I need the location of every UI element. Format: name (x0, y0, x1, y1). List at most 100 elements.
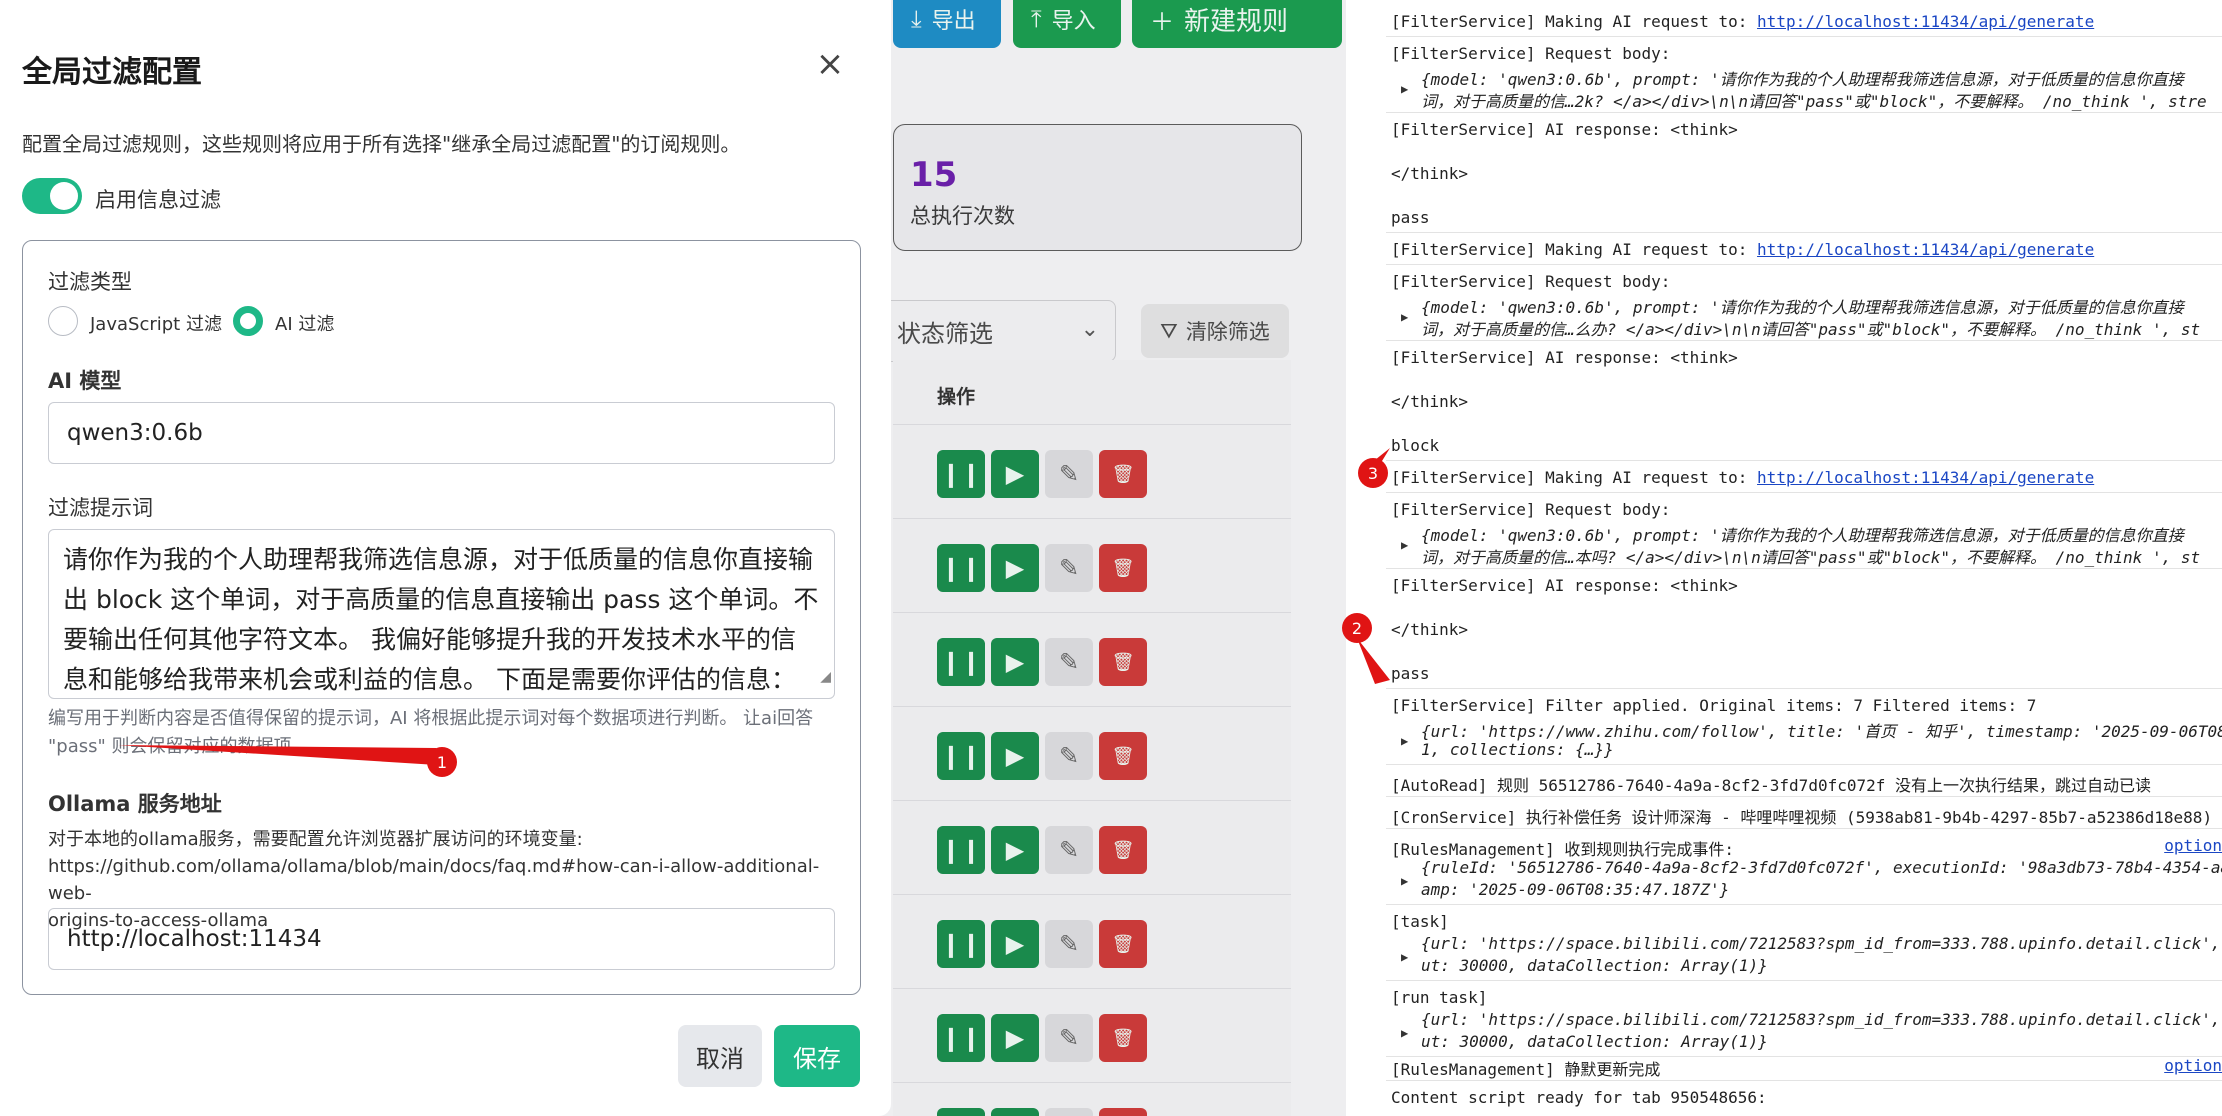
pause-button[interactable]: ❙❙ (937, 826, 985, 874)
pause-icon: ❙❙ (940, 460, 982, 488)
expand-triangle-icon[interactable]: ▶ (1401, 310, 1408, 324)
clear-filter-label: 清除筛选 (1185, 320, 1270, 344)
edit-button[interactable]: ✎ (1045, 826, 1093, 874)
play-button[interactable]: ▶ (991, 1014, 1039, 1062)
prompt-textarea[interactable]: 请你作为我的个人助理帮我筛选信息源，对于低质量的信息你直接输出 block 这个… (48, 529, 835, 699)
pause-icon: ❙❙ (940, 554, 982, 582)
pause-button[interactable]: ❙❙ (937, 920, 985, 968)
edit-button[interactable]: ✎ (1045, 544, 1093, 592)
edit-button[interactable]: ✎ (1045, 1014, 1093, 1062)
enable-filter-toggle[interactable] (22, 178, 82, 214)
ollama-url-value: http://localhost:11434 (67, 926, 322, 952)
plus-icon: ＋ (1150, 7, 1174, 36)
ollama-hint-link: https://github.com/ollama/ollama/blob/ma… (48, 856, 820, 904)
status-filter-select[interactable]: 状态筛选 ⌄ (880, 300, 1116, 362)
upload-icon: ⤒ (1031, 5, 1042, 33)
expand-triangle-icon[interactable]: ▶ (1401, 950, 1408, 964)
trash-button[interactable]: 🗑 (1099, 450, 1147, 498)
edit-button[interactable]: ✎ (1045, 638, 1093, 686)
play-icon: ▶ (1005, 554, 1025, 582)
play-button[interactable]: ▶ (991, 920, 1039, 968)
clear-filter-button[interactable]: ⛛ 清除筛选 (1141, 304, 1289, 358)
prompt-label: 过滤提示词 (48, 496, 153, 520)
play-button[interactable]: ▶ (991, 638, 1039, 686)
edit-icon: ✎ (1058, 930, 1080, 958)
log-filter-obj-b: 1, collections: {…}} (1421, 740, 1614, 759)
filter-type-label: 过滤类型 (48, 270, 132, 294)
export-button[interactable]: ⤓ 导出 (893, 0, 1001, 48)
log-filter-obj-a: {url: 'https://www.zhihu.com/follow', ti… (1421, 722, 2222, 741)
trash-button[interactable]: 🗑 (1099, 1108, 1147, 1116)
option-link[interactable]: option (2164, 1056, 2222, 1075)
expand-triangle-icon[interactable]: ▶ (1401, 1026, 1408, 1040)
expand-triangle-icon[interactable]: ▶ (1401, 538, 1408, 552)
global-filter-modal: 全局过滤配置 × 配置全局过滤规则，这些规则将应用于所有选择"继承全局过滤配置"… (0, 0, 891, 1116)
log-body-obj-2a: {model: 'qwen3:0.6b', prompt: '请你作为我的个人助… (1421, 298, 2184, 317)
trash-button[interactable]: 🗑 (1099, 638, 1147, 686)
play-button[interactable]: ▶ (991, 826, 1039, 874)
radio-javascript-filter[interactable] (48, 306, 78, 336)
play-icon: ▶ (1005, 1024, 1025, 1052)
close-icon[interactable]: × (812, 46, 848, 82)
play-button[interactable]: ▶ (991, 732, 1039, 780)
trash-button[interactable]: 🗑 (1099, 1014, 1147, 1062)
edit-icon: ✎ (1058, 836, 1080, 864)
log-response-1: [FilterService] AI response: <think> (1391, 120, 1738, 139)
ai-model-input[interactable]: qwen3:0.6b (48, 402, 835, 464)
edit-button[interactable]: ✎ (1045, 450, 1093, 498)
pause-button[interactable]: ❙❙ (937, 732, 985, 780)
resize-handle-icon[interactable]: ◢ (820, 657, 831, 697)
log-task-obj-a: {url: 'https://space.bilibili.com/721258… (1421, 934, 2222, 953)
trash-icon: 🗑 (1111, 839, 1135, 861)
annotation-badge-1: 1 (427, 747, 457, 777)
log-url-link[interactable]: http://localhost:11434/api/generate (1757, 468, 2094, 487)
play-icon: ▶ (1005, 460, 1025, 488)
table-row-divider (893, 800, 1291, 801)
expand-triangle-icon[interactable]: ▶ (1401, 82, 1408, 96)
pause-button[interactable]: ❙❙ (937, 1108, 985, 1116)
import-button[interactable]: ⤒ 导入 (1013, 0, 1121, 48)
trash-button[interactable]: 🗑 (1099, 920, 1147, 968)
log-url-link[interactable]: http://localhost:11434/api/generate (1757, 12, 2094, 31)
expand-triangle-icon[interactable]: ▶ (1401, 874, 1408, 888)
edit-button[interactable]: ✎ (1045, 920, 1093, 968)
save-button[interactable]: 保存 (774, 1025, 860, 1087)
log-think-close-3: </think> (1391, 620, 1469, 639)
expand-triangle-icon[interactable]: ▶ (1401, 734, 1408, 748)
play-button[interactable]: ▶ (991, 1108, 1039, 1116)
ollama-url-input[interactable]: http://localhost:11434 (48, 908, 835, 970)
log-url-link[interactable]: http://localhost:11434/api/generate (1757, 240, 2094, 259)
pause-button[interactable]: ❙❙ (937, 638, 985, 686)
option-link[interactable]: option (2164, 836, 2222, 855)
new-rule-button[interactable]: ＋ 新建规则 (1132, 0, 1342, 48)
log-body-obj-1a: {model: 'qwen3:0.6b', prompt: '请你作为我的个人助… (1421, 70, 2184, 89)
prompt-hint-line1: 编写用于判断内容是否值得保留的提示词，AI 将根据此提示词对每个数据项进行判断。… (48, 708, 814, 729)
log-response-3: [FilterService] AI response: <think> (1391, 576, 1738, 595)
edit-button[interactable]: ✎ (1045, 1108, 1093, 1116)
edit-button[interactable]: ✎ (1045, 732, 1093, 780)
trash-icon: 🗑 (1111, 745, 1135, 767)
devtools-console: [FilterService] Making AI request to: ht… (1346, 0, 2222, 1116)
log-result-pass-2: pass (1391, 664, 1430, 683)
edit-icon: ✎ (1058, 460, 1080, 488)
log-rules-done: [RulesManagement] 收到规则执行完成事件: (1391, 840, 1735, 859)
ai-model-label: AI 模型 (48, 369, 122, 393)
log-task: [task] (1391, 912, 1449, 931)
table-row-divider (893, 1082, 1291, 1083)
table-row-divider (893, 518, 1291, 519)
pause-button[interactable]: ❙❙ (937, 450, 985, 498)
trash-button[interactable]: 🗑 (1099, 544, 1147, 592)
pause-icon: ❙❙ (940, 1024, 982, 1052)
pause-button[interactable]: ❙❙ (937, 1014, 985, 1062)
cancel-button[interactable]: 取消 (678, 1025, 762, 1087)
edit-icon: ✎ (1058, 742, 1080, 770)
pause-button[interactable]: ❙❙ (937, 544, 985, 592)
play-button[interactable]: ▶ (991, 450, 1039, 498)
log-silent-update: [RulesManagement] 静默更新完成 (1391, 1060, 1661, 1079)
filter-off-icon: ⛛ (1160, 318, 1178, 343)
radio-ai-filter[interactable] (233, 306, 263, 336)
play-button[interactable]: ▶ (991, 544, 1039, 592)
trash-button[interactable]: 🗑 (1099, 732, 1147, 780)
trash-button[interactable]: 🗑 (1099, 826, 1147, 874)
trash-icon: 🗑 (1111, 933, 1135, 955)
